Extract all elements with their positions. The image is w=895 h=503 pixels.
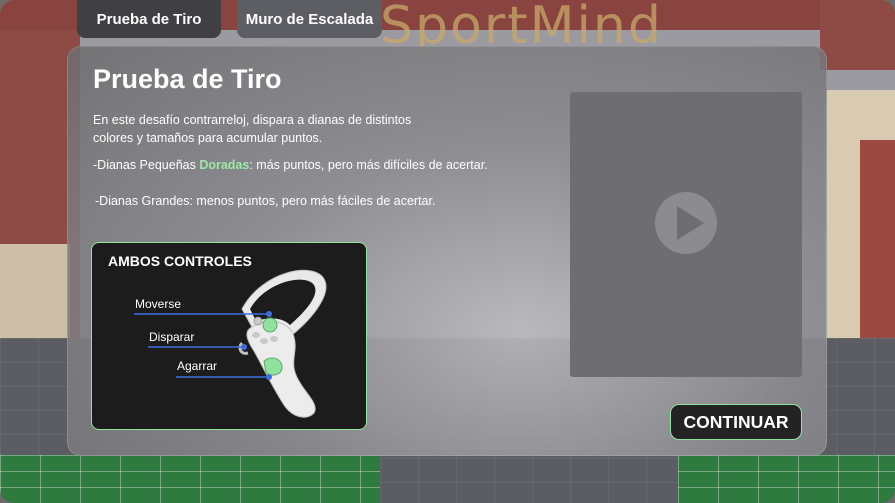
label-moverse: Moverse: [135, 297, 182, 311]
tab-muro-de-escalada[interactable]: Muro de Escalada: [237, 0, 382, 38]
activity-panel: Prueba de Tiro En este desafío contrarre…: [67, 46, 827, 456]
tab-prueba-de-tiro[interactable]: Prueba de Tiro: [77, 0, 221, 38]
play-icon[interactable]: [655, 192, 717, 254]
grass-right: [678, 455, 895, 503]
label-disparar: Disparar: [149, 330, 195, 344]
golden-highlight: Doradas: [199, 158, 250, 172]
continue-button[interactable]: CONTINUAR: [670, 404, 802, 440]
large-targets-text: -Dianas Grandes: menos puntos, pero más …: [95, 194, 436, 208]
small-targets-text: -Dianas Pequeñas Doradas: más puntos, pe…: [93, 158, 488, 172]
building-pillar-left: [0, 244, 70, 344]
video-preview[interactable]: [570, 92, 802, 377]
vr-controller-icon: [134, 269, 327, 418]
label-agarrar: Agarrar: [177, 359, 218, 373]
building-wall-right: [820, 0, 895, 70]
controls-card: AMBOS CONTROLES Moverse Disparar Agarrar: [91, 242, 367, 430]
building-wall-right-lower: [860, 140, 895, 340]
panel-description: En este desafío contrarreloj, dispara a …: [93, 113, 412, 145]
small-targets-suffix: : más puntos, pero más difíciles de acer…: [249, 158, 488, 172]
small-targets-prefix: -Dianas Pequeñas: [93, 158, 200, 172]
grass-left: [0, 455, 380, 503]
panel-title: Prueba de Tiro: [93, 64, 282, 94]
